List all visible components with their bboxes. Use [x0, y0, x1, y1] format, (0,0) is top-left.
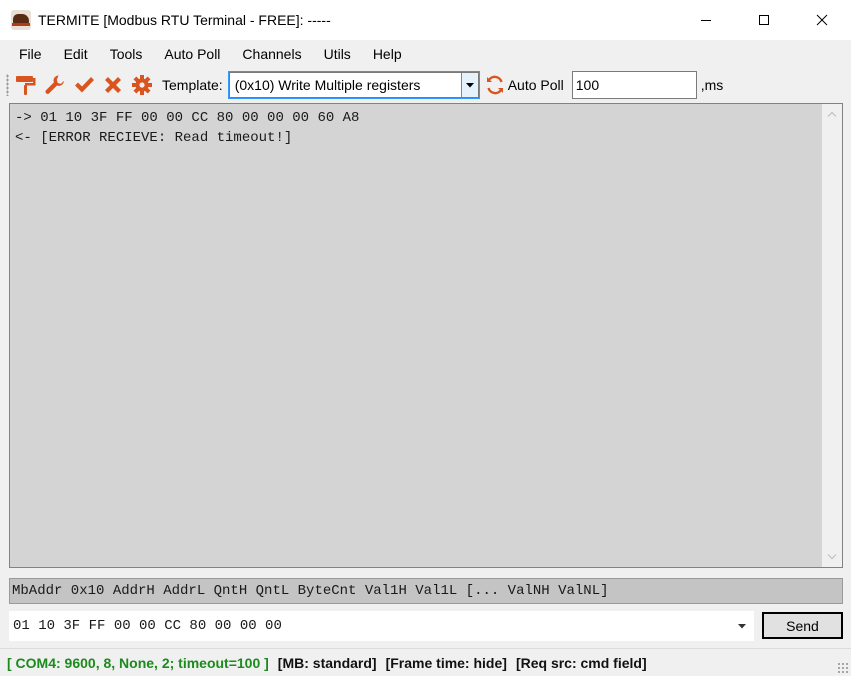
refresh-icon — [486, 75, 503, 95]
scroll-down-button[interactable] — [822, 547, 842, 567]
gear-icon — [132, 75, 152, 95]
minimize-button[interactable] — [677, 0, 735, 40]
frame-format-hint: MbAddr 0x10 AddrH AddrL QntH QntL ByteCn… — [9, 578, 843, 604]
wrench-icon — [45, 75, 64, 94]
close-icon — [816, 14, 828, 26]
checkmark-icon — [75, 77, 94, 93]
template-label: Template: — [162, 77, 223, 93]
title-bar: TERMITE [Modbus RTU Terminal - FREE]: --… — [0, 0, 851, 40]
status-mb-mode[interactable]: [MB: standard] — [278, 655, 377, 671]
menu-help[interactable]: Help — [362, 40, 413, 68]
send-button[interactable]: Send — [762, 612, 843, 639]
chevron-down-icon — [738, 623, 746, 628]
settings-button[interactable] — [131, 73, 153, 97]
command-combo[interactable] — [9, 611, 754, 641]
menu-channels[interactable]: Channels — [231, 40, 312, 68]
check-button[interactable] — [73, 73, 95, 97]
chevron-up-icon — [827, 111, 837, 117]
status-bar: [ COM4: 9600, 8, None, 2; timeout=100 ] … — [0, 648, 851, 676]
minimize-icon — [701, 20, 711, 21]
window-controls — [677, 0, 851, 40]
command-input[interactable] — [9, 611, 729, 641]
toolbar-grip[interactable] — [6, 74, 9, 96]
menu-edit[interactable]: Edit — [53, 40, 99, 68]
menu-utils[interactable]: Utils — [313, 40, 362, 68]
chevron-down-icon — [465, 82, 474, 87]
poll-interval-input[interactable] — [571, 71, 697, 99]
paint-roller-icon — [16, 76, 36, 95]
ms-unit-label: ,ms — [700, 77, 724, 93]
terminal-line: <- [ERROR RECIEVE: Read timeout!] — [15, 130, 293, 146]
maximize-button[interactable] — [735, 0, 793, 40]
menu-file[interactable]: File — [0, 40, 53, 68]
status-req-src[interactable]: [Req src: cmd field] — [516, 655, 647, 671]
template-value: (0x10) Write Multiple registers — [234, 77, 421, 93]
resize-grip[interactable] — [837, 662, 849, 674]
cancel-button[interactable] — [102, 73, 124, 97]
template-dropdown-arrow[interactable] — [460, 73, 478, 97]
terminal-output[interactable]: -> 01 10 3F FF 00 00 CC 80 00 00 00 60 A… — [9, 103, 843, 568]
template-select[interactable]: (0x10) Write Multiple registers — [227, 71, 480, 99]
status-frame-time[interactable]: [Frame time: hide] — [386, 655, 507, 671]
chevron-down-icon — [827, 554, 837, 560]
terminal-text: -> 01 10 3F FF 00 00 CC 80 00 00 00 60 A… — [15, 108, 359, 148]
toolbar: Template: (0x10) Write Multiple register… — [0, 68, 851, 102]
terminal-line: -> 01 10 3F FF 00 00 CC 80 00 00 00 60 A… — [15, 110, 360, 126]
auto-poll-label: Auto Poll — [507, 77, 564, 93]
auto-poll-button[interactable] — [484, 73, 506, 97]
scroll-up-button[interactable] — [822, 104, 842, 124]
menu-auto-poll[interactable]: Auto Poll — [153, 40, 231, 68]
app-icon[interactable] — [11, 10, 31, 30]
maximize-icon — [759, 15, 769, 25]
menu-tools[interactable]: Tools — [99, 40, 154, 68]
window-title: TERMITE [Modbus RTU Terminal - FREE]: --… — [38, 12, 331, 28]
paint-roller-button[interactable] — [15, 73, 37, 97]
cross-icon — [105, 77, 121, 93]
close-button[interactable] — [793, 0, 851, 40]
command-history-dropdown[interactable] — [730, 611, 754, 641]
status-com-port[interactable]: [ COM4: 9600, 8, None, 2; timeout=100 ] — [7, 655, 269, 671]
vertical-scrollbar[interactable] — [822, 104, 842, 567]
menu-bar: File Edit Tools Auto Poll Channels Utils… — [0, 40, 851, 68]
wrench-button[interactable] — [44, 73, 66, 97]
